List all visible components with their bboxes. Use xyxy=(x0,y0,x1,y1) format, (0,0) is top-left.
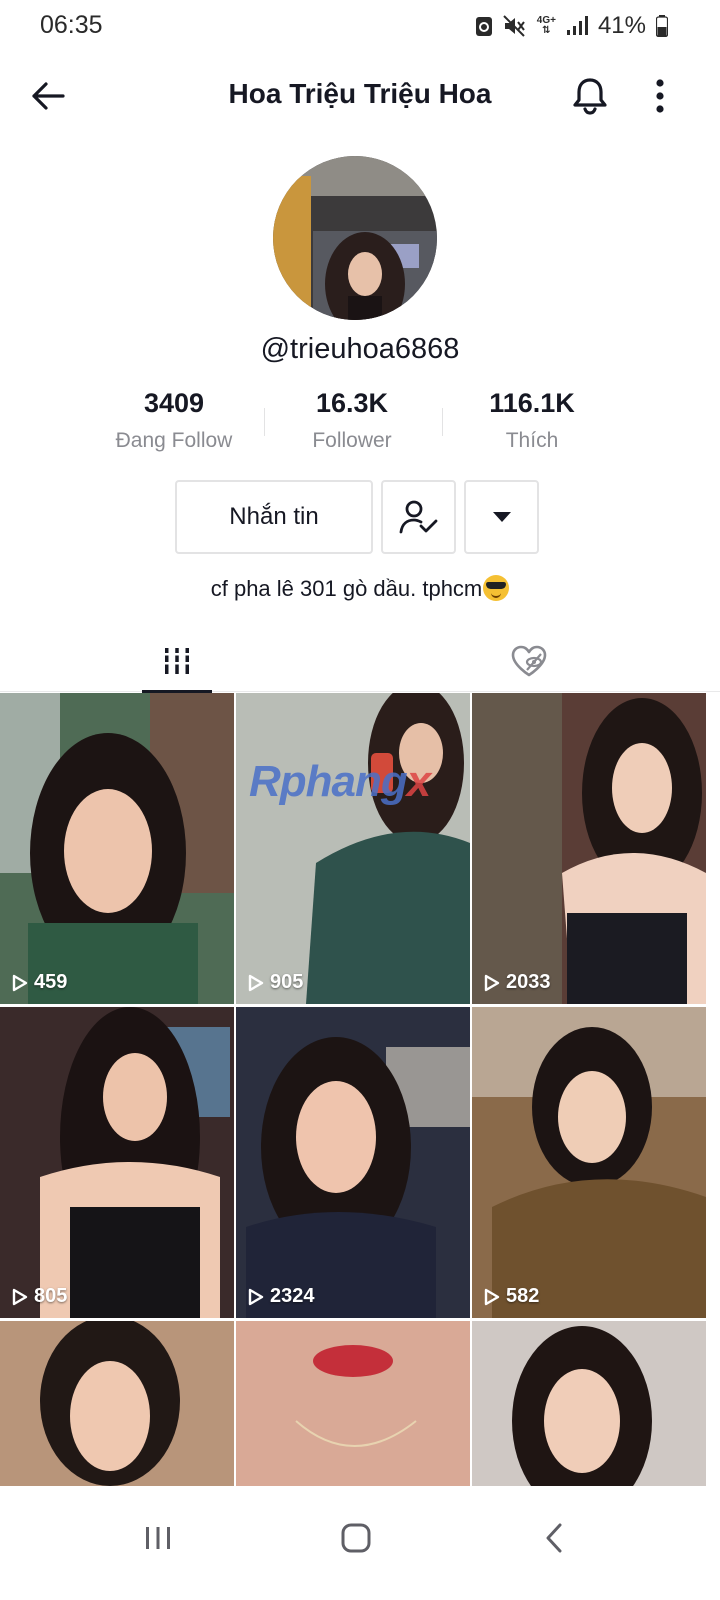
status-time: 06:35 xyxy=(40,11,103,39)
stat-divider xyxy=(442,408,443,436)
notification-bell-button[interactable] xyxy=(566,72,614,120)
followers-label: Follower xyxy=(312,429,392,452)
video-tile[interactable]: 2033 xyxy=(472,693,706,1004)
network-label: 4G+ xyxy=(536,15,556,26)
header: Hoa Triệu Triệu Hoa xyxy=(0,60,720,132)
recent-apps-button[interactable] xyxy=(128,1508,188,1568)
caret-down-icon xyxy=(492,512,511,522)
avatar[interactable] xyxy=(273,156,437,320)
watermark-logo: Rphangx xyxy=(249,757,432,807)
likes-count: 116.1K xyxy=(489,388,575,418)
play-icon xyxy=(484,1288,500,1305)
tab-liked[interactable] xyxy=(494,630,564,692)
video-tile[interactable] xyxy=(0,1321,234,1486)
more-vertical-icon xyxy=(656,79,664,113)
recent-apps-icon xyxy=(146,1527,170,1549)
likes-stat[interactable]: 116.1K Thích xyxy=(447,388,617,453)
followers-count: 16.3K xyxy=(315,388,389,418)
status-bar: 06:35 4G+ ⇅ 41% xyxy=(0,0,720,52)
system-nav-bar xyxy=(0,1486,720,1600)
tab-videos[interactable] xyxy=(142,630,212,693)
play-icon xyxy=(248,974,264,991)
video-tile[interactable] xyxy=(472,1321,706,1486)
view-count: 2033 xyxy=(484,971,551,994)
profile-stats: 3409 Đang Follow 16.3K Follower 116.1K T… xyxy=(0,388,720,468)
view-count: 582 xyxy=(484,1285,539,1308)
video-tile[interactable] xyxy=(236,1321,470,1486)
network-4g-icon: 4G+ ⇅ xyxy=(536,15,556,36)
status-icons: 4G+ ⇅ 41% xyxy=(475,12,668,40)
stat-divider xyxy=(264,408,265,436)
more-options-button[interactable] xyxy=(642,72,678,120)
signal-icon xyxy=(566,16,588,36)
view-count: 805 xyxy=(12,1285,67,1308)
following-count: 3409 xyxy=(143,388,205,418)
view-count: 905 xyxy=(248,971,303,994)
view-count-label: 805 xyxy=(34,1285,68,1307)
likes-label: Thích xyxy=(505,429,559,452)
video-tile[interactable]: 2324 xyxy=(236,1007,470,1318)
sunglasses-emoji-icon xyxy=(483,575,510,601)
view-count-label: 582 xyxy=(506,1285,540,1307)
battery-text: 41% xyxy=(597,12,646,39)
view-count: 2324 xyxy=(248,1285,315,1308)
video-tile[interactable]: 582 xyxy=(472,1007,706,1318)
view-count-label: 2324 xyxy=(270,1285,315,1307)
view-count-label: 905 xyxy=(270,971,304,993)
following-stat[interactable]: 3409 Đang Follow xyxy=(89,388,259,453)
battery-icon xyxy=(656,15,668,37)
grid-bars-icon xyxy=(163,648,191,674)
recycle-icon xyxy=(475,15,493,37)
following-status-button[interactable] xyxy=(381,480,456,554)
video-tile[interactable]: 459 xyxy=(0,693,234,1004)
view-count: 459 xyxy=(12,971,67,994)
view-count-label: 459 xyxy=(34,971,68,993)
video-tile[interactable]: 905 xyxy=(236,693,470,1004)
bio-text: cf pha lê 301 gò dầu. tphcm xyxy=(210,576,483,601)
heart-hidden-icon xyxy=(511,645,547,677)
suggested-accounts-button[interactable] xyxy=(464,480,539,554)
home-icon xyxy=(341,1523,371,1553)
play-icon xyxy=(12,1288,28,1305)
home-button[interactable] xyxy=(326,1508,386,1568)
play-icon xyxy=(12,974,28,991)
user-check-icon xyxy=(399,500,437,534)
video-tile[interactable]: 805 xyxy=(0,1007,234,1318)
bio: cf pha lê 301 gò dầu. tphcm xyxy=(0,575,720,602)
nav-back-button[interactable] xyxy=(524,1508,584,1568)
profile-tabs xyxy=(0,630,720,693)
mute-icon xyxy=(503,15,527,37)
bell-icon xyxy=(573,78,607,115)
view-count-label: 2033 xyxy=(506,971,551,993)
watermark-main: Rphang xyxy=(249,757,408,806)
following-label: Đang Follow xyxy=(115,429,233,452)
username: @trieuhoa6868 xyxy=(260,333,460,365)
play-icon xyxy=(484,974,500,991)
followers-stat[interactable]: 16.3K Follower xyxy=(267,388,437,453)
nav-back-icon xyxy=(546,1523,562,1553)
watermark-accent: x xyxy=(406,757,432,806)
play-icon xyxy=(248,1288,264,1305)
message-button[interactable]: Nhắn tin xyxy=(175,480,373,554)
